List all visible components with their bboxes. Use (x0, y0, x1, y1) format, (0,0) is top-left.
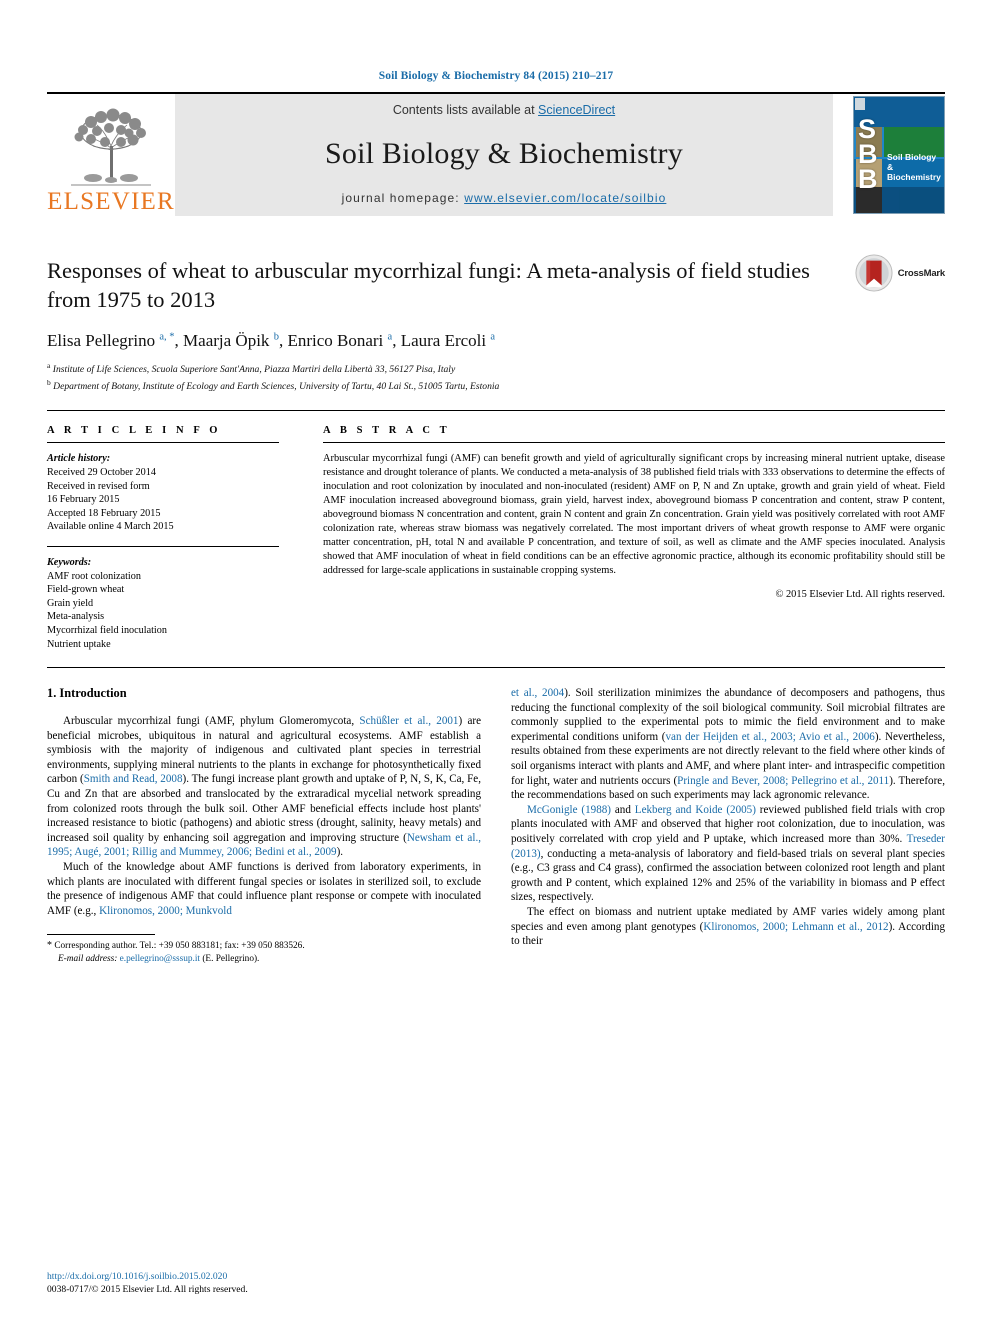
citation-link[interactable]: McGonigle (1988) (527, 804, 611, 816)
keywords-label: Keywords: (47, 556, 92, 568)
abstract-column: A B S T R A C T Arbuscular mycorrhizal f… (323, 425, 945, 651)
journal-banner: Contents lists available at ScienceDirec… (175, 94, 833, 216)
cover-initials: SBB (858, 114, 878, 194)
citation-link[interactable]: Treseder (2013) (511, 833, 945, 860)
citation-link[interactable]: et al., 2004 (511, 687, 564, 699)
elsevier-wordmark: ELSEVIER (47, 188, 175, 215)
issn-copyright-line: 0038-0717/© 2015 Elsevier Ltd. All right… (47, 1284, 248, 1295)
history-item: 16 February 2015 (47, 494, 120, 506)
paragraph: Arbuscular mycorrhizal fungi (AMF, phylu… (47, 715, 482, 859)
info-abstract-region: A R T I C L E I N F O Article history: R… (47, 411, 945, 651)
abstract-copyright: © 2015 Elsevier Ltd. All rights reserved… (775, 588, 946, 600)
contents-prefix: Contents lists available at (392, 103, 539, 117)
citation-link[interactable]: Schüßler et al., 2001 (359, 715, 458, 727)
footer-meta: http://dx.doi.org/10.1016/j.soilbio.2015… (47, 1270, 248, 1296)
keyword-item: Mycorrhizal field inoculation (47, 624, 167, 636)
section-title-introduction: 1. Introduction (47, 686, 127, 701)
cover-journal-title: Soil Biology & Biochemistry (887, 152, 941, 182)
journal-title: Soil Biology & Biochemistry (325, 137, 683, 170)
citation-link[interactable]: Klironomos, 2000; Munkvold (99, 905, 232, 917)
affiliation-mark-a: a (47, 361, 51, 370)
sciencedirect-link[interactable]: ScienceDirect (538, 103, 615, 117)
citation-link[interactable]: van der Heijden et al., 2003; Avio et al… (665, 731, 874, 743)
abstract-text: Arbuscular mycorrhizal fungi (AMF) can b… (323, 453, 945, 576)
citation-link[interactable]: Klironomos, 2000; Lehmann et al., 2012 (703, 921, 888, 933)
paragraph: Much of the knowledge about AMF function… (47, 861, 481, 917)
crossmark-label: CrossMark (897, 267, 946, 279)
email-label: E-mail address: (58, 953, 118, 964)
paper-page: Soil Biology & Biochemistry 84 (2015) 21… (0, 0, 992, 1323)
keywords-separator (47, 545, 279, 547)
footnote-asterisk: * (47, 940, 52, 952)
keyword-item: Grain yield (47, 597, 94, 609)
affiliations: a Institute of Life Sciences, Scuola Sup… (47, 360, 945, 393)
body-column-right: et al., 2004). Soil sterilization minimi… (511, 686, 945, 965)
author-list: Elisa Pellegrino a, *, Maarja Öpik b, En… (47, 331, 496, 350)
article-history-block: Article history: Received 29 October 201… (47, 452, 279, 534)
article-history-label: Article history: (47, 453, 111, 465)
email-suffix: (E. Pellegrino). (202, 953, 260, 964)
keyword-item: Meta-analysis (47, 611, 105, 623)
history-item: Accepted 18 February 2015 (47, 507, 161, 519)
title-area: CrossMark Responses of wheat to arbuscul… (47, 254, 945, 393)
body-columns: 1. Introduction Arbuscular mycorrhizal f… (47, 686, 945, 965)
keywords-block: Keywords: AMF root colonization Field-gr… (47, 556, 279, 651)
affiliation-mark-b: b (47, 377, 51, 387)
paragraph: McGonigle (1988) and Lekberg and Koide (… (511, 803, 945, 904)
affiliation-text-b: Department of Botany, Institute of Ecolo… (53, 380, 500, 392)
citation-link[interactable]: Lekberg and Koide (2005) (635, 804, 756, 816)
journal-homepage-link[interactable]: www.elsevier.com/locate/soilbio (464, 191, 666, 205)
footnote-rule (47, 934, 155, 936)
affiliation-text-a: Institute of Life Sciences, Scuola Super… (52, 364, 456, 376)
homepage-prefix: journal homepage: (341, 191, 465, 205)
crossmark-icon (855, 254, 893, 292)
article-info-rule (47, 442, 279, 444)
author-email-link[interactable]: e.pellegrino@sssup.it (120, 954, 200, 964)
history-item: Available online 4 March 2015 (47, 521, 174, 533)
affiliation-b: b Department of Botany, Institute of Eco… (47, 377, 945, 394)
paragraph: et al., 2004). Soil sterilization minimi… (511, 687, 946, 802)
article-info-heading: A R T I C L E I N F O (47, 425, 222, 437)
keyword-item: Nutrient uptake (47, 638, 111, 650)
keyword-item: Field-grown wheat (47, 584, 125, 596)
history-item: Received in revised form (47, 480, 150, 492)
footnote-corresponding-author: * Corresponding author. Tel.: +39 050 88… (47, 940, 481, 965)
keyword-item: AMF root colonization (47, 570, 141, 582)
paragraph: The effect on biomass and nutrient uptak… (511, 906, 946, 948)
crossmark-badge[interactable]: CrossMark (855, 254, 945, 292)
abstract-heading: A B S T R A C T (323, 425, 451, 437)
abstract-rule (323, 442, 945, 444)
journal-masthead: ELSEVIER Contents lists available at Sci… (47, 94, 945, 216)
journal-homepage-line: journal homepage: www.elsevier.com/locat… (342, 191, 667, 205)
affiliation-a: a Institute of Life Sciences, Scuola Sup… (47, 360, 945, 377)
abstract-bottom-rule (47, 667, 945, 669)
body-column-left: 1. Introduction Arbuscular mycorrhizal f… (47, 686, 481, 965)
citation-link[interactable]: Pringle and Bever, 2008; Pellegrino et a… (677, 775, 889, 787)
elsevier-tree-icon (71, 108, 151, 186)
doi-link[interactable]: http://dx.doi.org/10.1016/j.soilbio.2015… (47, 1271, 227, 1282)
elsevier-logo: ELSEVIER (47, 94, 175, 216)
citation-link[interactable]: Smith and Read, 2008 (84, 773, 183, 785)
journal-cover-cell: SBB Soil Biology & Biochemistry (833, 94, 945, 216)
journal-cover-image: SBB Soil Biology & Biochemistry (853, 96, 945, 214)
article-info-column: A R T I C L E I N F O Article history: R… (47, 425, 279, 651)
history-item: Received 29 October 2014 (47, 466, 156, 478)
footnote-text: Corresponding author. Tel.: +39 050 8831… (54, 941, 305, 952)
page-title: Responses of wheat to arbuscular mycorrh… (47, 258, 810, 312)
contents-line: Contents lists available at ScienceDirec… (393, 103, 615, 117)
citation-link[interactable]: Newsham et al., 1995; Augé, 2001; Rillig… (47, 832, 481, 859)
running-head: Soil Biology & Biochemistry 84 (2015) 21… (378, 70, 614, 82)
